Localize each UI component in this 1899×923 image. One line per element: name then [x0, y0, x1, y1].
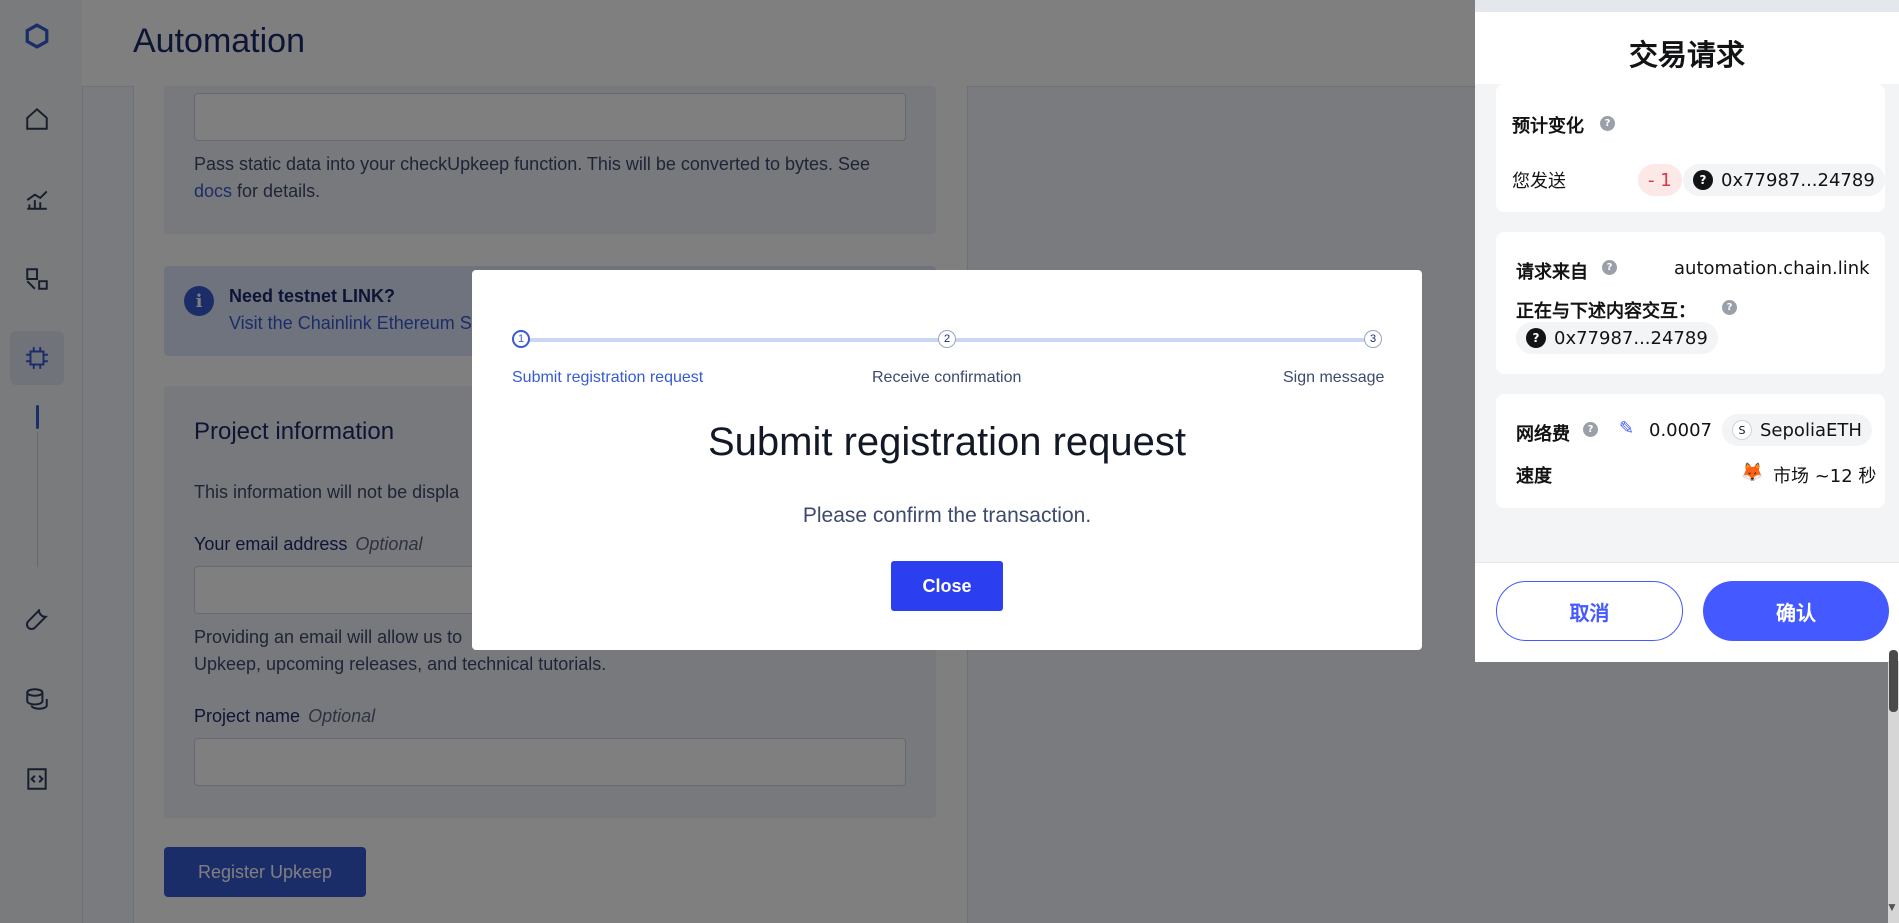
help-icon[interactable]: ?	[1722, 300, 1737, 315]
step-3-indicator: 3	[1364, 330, 1382, 348]
unknown-token-icon: ?	[1526, 328, 1546, 348]
scroll-down-icon[interactable]: ▼	[1886, 900, 1898, 914]
speed-value: 市场 ~12 秒	[1773, 466, 1877, 487]
wallet-top-strip	[1475, 0, 1899, 12]
scrollbar-thumb[interactable]	[1889, 650, 1898, 712]
send-address[interactable]: ? 0x77987...24789	[1683, 164, 1885, 196]
interacting-label: 正在与下述内容交互：	[1516, 301, 1696, 322]
network-fee-label: 网络费	[1516, 424, 1570, 445]
step-2-label: Receive confirmation	[872, 369, 1022, 386]
cancel-button[interactable]: 取消	[1496, 581, 1683, 641]
step-2-indicator: 2	[938, 330, 956, 348]
send-amount: - 1	[1638, 164, 1682, 196]
confirm-button[interactable]: 确认	[1703, 581, 1889, 641]
estimated-changes-label: 预计变化	[1512, 116, 1584, 137]
sepolia-token-icon: S	[1732, 420, 1752, 440]
help-icon[interactable]: ?	[1600, 116, 1615, 131]
wallet-title: 交易请求	[1628, 38, 1745, 72]
network-fee-token: S SepoliaETH	[1722, 414, 1872, 446]
fox-icon: 🦊	[1741, 462, 1764, 483]
help-icon[interactable]: ?	[1602, 260, 1617, 275]
modal-title: Submit registration request	[707, 420, 1186, 464]
network-fee-card	[1496, 394, 1885, 508]
step-1-label: Submit registration request	[512, 369, 704, 386]
you-send-label: 您发送	[1512, 171, 1566, 192]
close-button[interactable]: Close	[891, 561, 1003, 611]
network-fee-value: 0.0007	[1649, 420, 1712, 441]
unknown-token-icon: ?	[1693, 170, 1713, 190]
edit-fee-icon[interactable]: ✎	[1619, 418, 1634, 439]
speed-label: 速度	[1516, 466, 1552, 487]
request-from-label: 请求来自	[1516, 262, 1588, 283]
request-from-value: automation.chain.link	[1674, 258, 1870, 279]
step-1-indicator: 1	[512, 330, 530, 348]
interacting-address[interactable]: ? 0x77987...24789	[1516, 322, 1718, 354]
modal-message: Please confirm the transaction.	[802, 504, 1092, 527]
help-icon[interactable]: ?	[1583, 422, 1598, 437]
step-3-label: Sign message	[1283, 369, 1385, 386]
